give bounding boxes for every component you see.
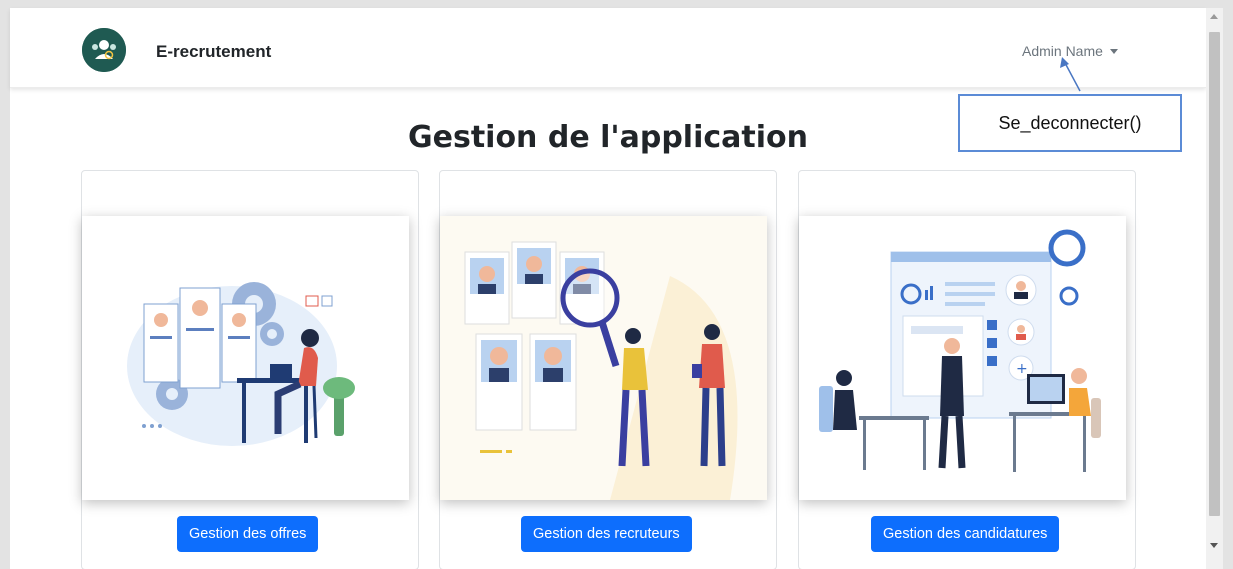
brand-name[interactable]: E-recrutement xyxy=(156,42,271,62)
caret-down-icon xyxy=(1109,48,1118,54)
job-offers-illustration xyxy=(82,216,409,500)
vertical-scrollbar[interactable] xyxy=(1206,8,1223,569)
manage-recruiters-button[interactable]: Gestion des recruteurs xyxy=(521,516,692,552)
scroll-down-icon[interactable] xyxy=(1210,543,1218,548)
card-applications: + Gestion des candidatures xyxy=(798,170,1136,569)
manage-applications-button[interactable]: Gestion des candidatures xyxy=(871,516,1060,552)
card-offers: Gestion des offres xyxy=(81,170,419,569)
scrollbar-thumb[interactable] xyxy=(1209,32,1220,516)
applications-office-illustration: + xyxy=(799,216,1126,500)
manage-offers-button[interactable]: Gestion des offres xyxy=(177,516,319,552)
team-recruitment-logo-icon[interactable] xyxy=(82,28,126,72)
top-navbar: E-recrutement Admin Name xyxy=(10,8,1206,88)
recruiters-search-illustration xyxy=(440,216,767,500)
annotation-arrow xyxy=(1060,57,1081,92)
logout-annotation-box: Se_deconnecter() xyxy=(958,94,1182,152)
scroll-up-icon[interactable] xyxy=(1210,14,1218,19)
window-edge xyxy=(1223,0,1233,569)
svg-text:+: + xyxy=(1016,361,1028,377)
card-recruiters: Gestion des recruteurs xyxy=(439,170,777,569)
